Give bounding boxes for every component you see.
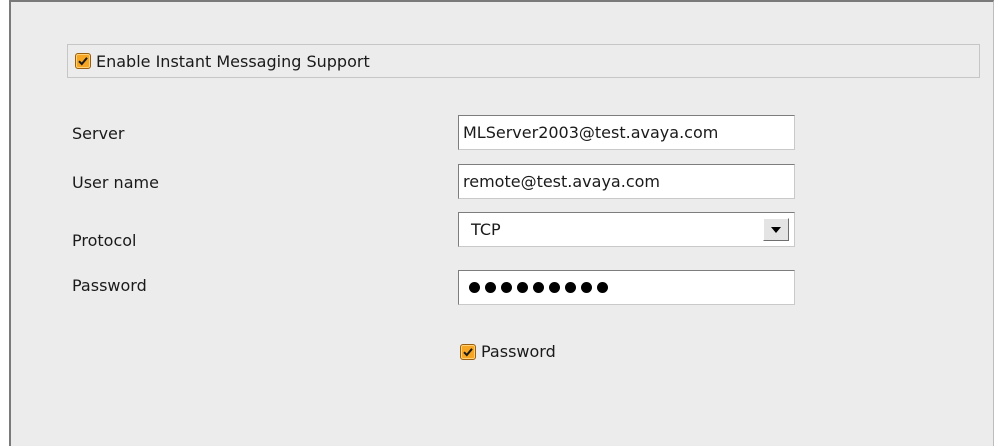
protocol-select[interactable]: TCP [458,212,795,247]
checkmark-icon [463,347,473,356]
server-input[interactable]: MLServer2003@test.avaya.com [458,115,795,150]
server-label: Server [72,124,125,143]
checkmark-icon [78,57,88,66]
password-mask-dot [581,282,592,293]
im-settings-panel: Enable Instant Messaging Support Server … [9,0,994,446]
im-support-header: Enable Instant Messaging Support [67,44,980,78]
password-mask-dot [469,282,480,293]
enable-im-label[interactable]: Enable Instant Messaging Support [96,52,370,71]
enable-im-checkbox[interactable] [75,53,91,69]
remember-password-checkbox[interactable] [460,343,476,360]
username-input[interactable]: remote@test.avaya.com [458,164,795,199]
password-mask-dot [549,282,560,293]
password-label: Password [72,276,147,295]
password-mask-dot [597,282,608,293]
password-mask-dot [485,282,496,293]
remember-password-option[interactable]: Password [460,342,556,361]
username-label: User name [72,173,159,192]
password-mask-dot [533,282,544,293]
password-mask-dot [565,282,576,293]
remember-password-label[interactable]: Password [481,342,556,361]
protocol-selected-value: TCP [471,220,501,239]
password-mask [463,282,608,293]
password-mask-dot [517,282,528,293]
protocol-label: Protocol [72,231,137,250]
protocol-dropdown-button[interactable] [763,218,789,241]
chevron-down-icon [771,226,781,233]
password-input[interactable] [458,270,795,305]
password-mask-dot [501,282,512,293]
